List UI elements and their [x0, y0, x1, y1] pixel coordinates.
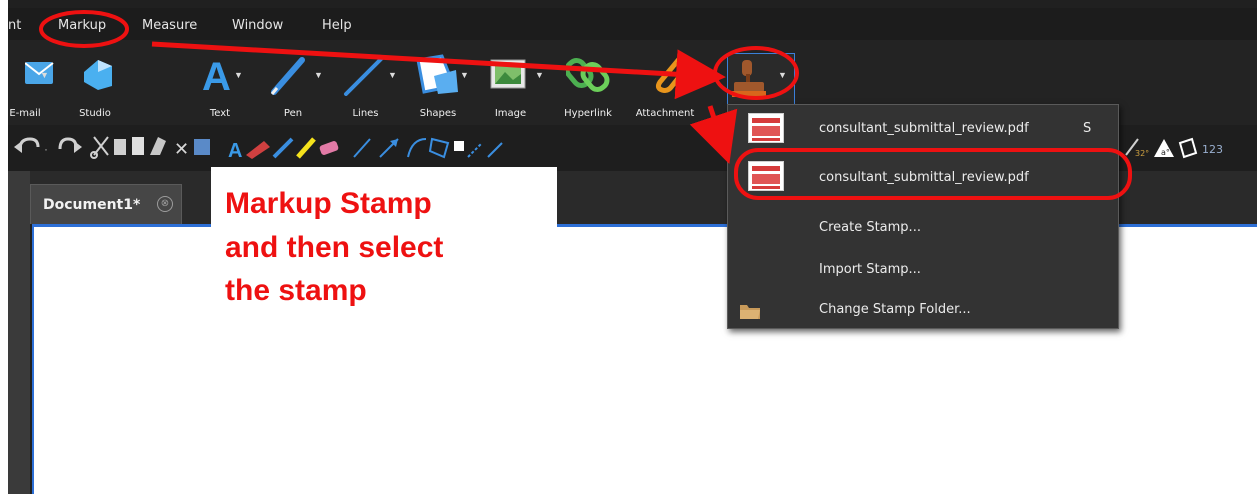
- svg-text:a°: a°: [1161, 148, 1170, 157]
- dimension-icon: [467, 142, 483, 158]
- menu-item-markup[interactable]: Markup: [58, 18, 106, 33]
- arc-icon: [407, 138, 427, 158]
- instruction-annotation: Markup Stamp and then select the stamp: [211, 167, 557, 320]
- callout-icon: [454, 141, 464, 151]
- pen-label: Pen: [283, 108, 303, 119]
- pen-icon: [270, 57, 305, 95]
- shapes-tool[interactable]: ▼ Shapes: [408, 40, 469, 125]
- hyperlink-label: Hyperlink: [564, 108, 612, 119]
- chevron-down-icon[interactable]: ▼: [778, 70, 787, 80]
- stamp-button[interactable]: ▼: [727, 53, 795, 105]
- paste-icon: [132, 137, 144, 155]
- create-stamp-label: Create Stamp...: [819, 220, 921, 235]
- undo-icon: [14, 137, 40, 153]
- lines-label: Lines: [352, 108, 379, 119]
- format-painter-icon: [150, 137, 166, 155]
- annotation-line-1: Markup Stamp: [225, 187, 432, 220]
- svg-text:·: ·: [44, 142, 48, 156]
- close-icon[interactable]: ⊗: [157, 196, 173, 212]
- pen-small-icon: [272, 137, 294, 159]
- line-small-icon: [353, 138, 371, 158]
- text-label: Text: [209, 108, 231, 119]
- lines-tool[interactable]: ▼ Lines: [338, 40, 397, 125]
- change-stamp-folder-item[interactable]: Change Stamp Folder...: [728, 287, 1118, 335]
- email-tool[interactable]: ▼ E-mail: [8, 40, 54, 125]
- menu-item-window[interactable]: Window: [232, 18, 283, 33]
- hyperlink-tool[interactable]: Hyperlink: [558, 40, 618, 125]
- stamp-menu-item-2[interactable]: consultant_submittal_review.pdf: [728, 153, 1118, 201]
- menu-bar: nt Markup Measure Window Help: [8, 8, 1257, 40]
- studio-tool[interactable]: Studio: [70, 40, 120, 125]
- svg-text:32°: 32°: [1135, 149, 1149, 158]
- left-panel-strip: [8, 171, 30, 494]
- annotation-line-3: the stamp: [225, 274, 367, 307]
- paperclip-icon: [655, 55, 691, 93]
- chevron-down-icon[interactable]: ▼: [314, 70, 323, 80]
- studio-icon: [84, 60, 112, 90]
- stamp-item-label: consultant_submittal_review.pdf: [819, 121, 1029, 136]
- attachment-label: Attachment: [635, 108, 695, 119]
- chevron-down-icon[interactable]: ▼: [388, 70, 397, 80]
- polygon-icon: [428, 137, 450, 159]
- stamp-item-label: consultant_submittal_review.pdf: [819, 170, 1029, 185]
- highlight-icon: [246, 141, 270, 159]
- menu-item-document[interactable]: nt: [8, 18, 21, 33]
- image-icon: [490, 59, 526, 89]
- svg-text:A: A: [202, 55, 231, 96]
- chevron-down-icon[interactable]: ▼: [460, 70, 469, 80]
- change-stamp-folder-label: Change Stamp Folder...: [819, 302, 971, 317]
- shapes-label: Shapes: [419, 108, 457, 119]
- envelope-icon: [25, 62, 54, 84]
- chevron-down-icon[interactable]: ▼: [535, 70, 544, 80]
- pdf-stamp-icon: [748, 113, 784, 143]
- annotation-line-2: and then select: [225, 231, 444, 264]
- pen-tool[interactable]: ▼ Pen: [268, 40, 323, 125]
- stamp-item-shortcut: S: [1083, 121, 1092, 136]
- email-label: E-mail: [9, 108, 41, 119]
- text-tool[interactable]: A ▼ Text: [198, 40, 243, 125]
- cut-icon: [90, 136, 109, 159]
- copy-icon: [114, 139, 126, 155]
- create-stamp-item[interactable]: Create Stamp...: [728, 203, 1118, 251]
- stamp-menu-item-1[interactable]: consultant_submittal_review.pdf S: [728, 105, 1118, 153]
- menu-item-measure[interactable]: Measure: [142, 18, 197, 33]
- count-number: 123: [1202, 143, 1223, 156]
- hyperlink-icon: [566, 58, 610, 92]
- attachment-tool[interactable]: Attachment: [630, 40, 700, 125]
- delete-icon: ✕: [174, 139, 189, 160]
- text-tool-icon: A: [228, 140, 242, 162]
- image-tool[interactable]: ▼ Image: [483, 40, 544, 125]
- stamp-dropdown-menu: consultant_submittal_review.pdf S consul…: [727, 104, 1119, 329]
- folder-icon: [740, 305, 760, 319]
- select-icon: [194, 139, 210, 155]
- tab-label: Document1*: [43, 197, 141, 213]
- chevron-down-icon[interactable]: ▼: [234, 70, 243, 80]
- redo-icon: [58, 137, 82, 153]
- studio-label: Studio: [79, 108, 111, 119]
- eraser-icon: [319, 141, 339, 155]
- tab-document1[interactable]: Document1* ⊗: [30, 184, 182, 224]
- pdf-stamp-icon: [748, 161, 784, 191]
- measure-tools-icon: 32° a°: [1125, 137, 1198, 159]
- import-stamp-label: Import Stamp...: [819, 262, 921, 277]
- highlighter-icon: [296, 137, 316, 159]
- menu-item-help[interactable]: Help: [322, 18, 352, 33]
- measure-icon: [487, 142, 503, 158]
- import-stamp-item[interactable]: Import Stamp...: [728, 245, 1118, 293]
- chevron-down-icon[interactable]: ▼: [40, 70, 49, 80]
- image-label: Image: [494, 108, 527, 119]
